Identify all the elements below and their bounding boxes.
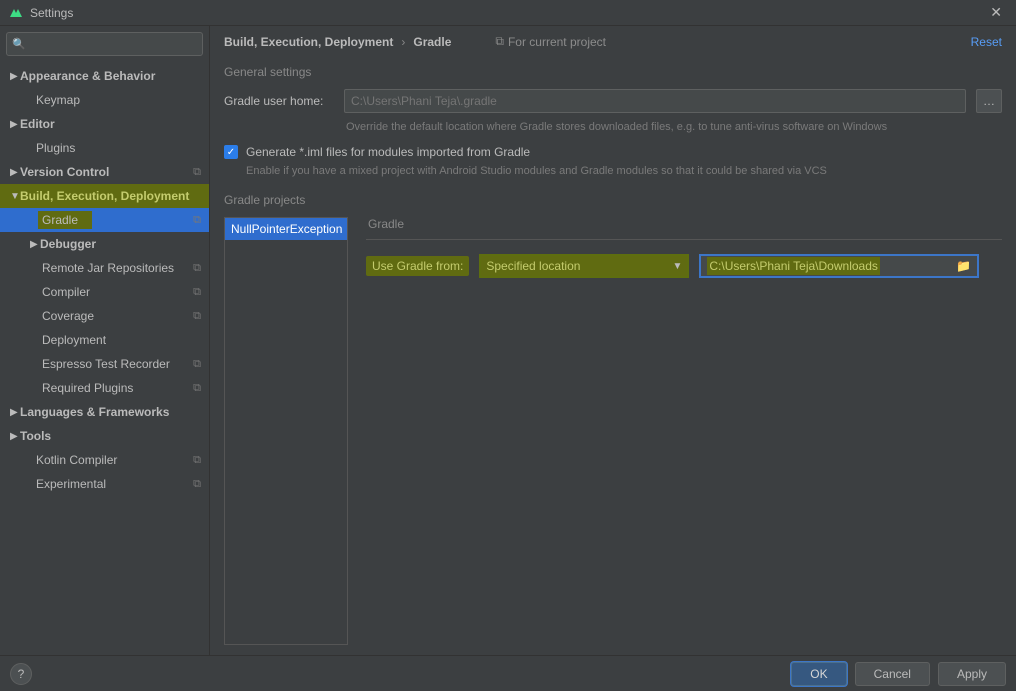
tree-plugins[interactable]: Plugins [0, 136, 209, 160]
search-container: 🔍 [0, 26, 209, 62]
tree-deployment[interactable]: Deployment [0, 328, 209, 352]
copy-icon: ⧉ [193, 262, 201, 275]
copy-icon: ⧉ [193, 166, 201, 179]
tree-coverage[interactable]: Coverage⧉ [0, 304, 209, 328]
tree-experimental[interactable]: Experimental⧉ [0, 472, 209, 496]
search-icon: 🔍 [12, 38, 26, 51]
settings-sidebar: 🔍 ▶Appearance & Behavior Keymap ▶Editor … [0, 26, 210, 655]
tree-debugger[interactable]: ▶Debugger [0, 232, 209, 256]
row-gradle-user-home: Gradle user home: … [210, 83, 1016, 119]
browse-button[interactable]: … [976, 89, 1002, 113]
tree-remote-jar[interactable]: Remote Jar Repositories⧉ [0, 256, 209, 280]
tree-appearance[interactable]: ▶Appearance & Behavior [0, 64, 209, 88]
checkbox-generate-iml[interactable]: ✓ [224, 145, 238, 159]
tree-kotlin[interactable]: Kotlin Compiler⧉ [0, 448, 209, 472]
tree-tools[interactable]: ▶Tools [0, 424, 209, 448]
section-general: General settings [210, 57, 1016, 83]
tree-languages[interactable]: ▶Languages & Frameworks [0, 400, 209, 424]
search-input[interactable] [6, 32, 203, 56]
apply-button[interactable]: Apply [938, 662, 1006, 686]
label-gradle-user-home: Gradle user home: [224, 94, 334, 108]
hint-generate-iml: Enable if you have a mixed project with … [210, 165, 1016, 185]
path-value: C:\Users\Phani Teja\Downloads [707, 257, 880, 275]
tree-editor[interactable]: ▶Editor [0, 112, 209, 136]
label-generate-iml: Generate *.iml files for modules importe… [246, 145, 530, 159]
copy-icon: ⧉ [193, 214, 201, 227]
combo-use-gradle-from[interactable]: Specified location ▼ [479, 254, 689, 278]
content-panel: Build, Execution, Deployment › Gradle ⧉F… [210, 26, 1016, 655]
copy-icon: ⧉ [193, 478, 201, 491]
input-gradle-location[interactable]: C:\Users\Phani Teja\Downloads 📁 [699, 254, 979, 278]
dialog-footer: ? OK Cancel Apply [0, 655, 1016, 691]
copy-icon: ⧉ [193, 454, 201, 467]
ok-button[interactable]: OK [791, 662, 846, 686]
chevron-down-icon: ▼ [672, 261, 682, 272]
divider [366, 239, 1002, 240]
project-item[interactable]: NullPointerException [225, 218, 347, 240]
project-detail: Gradle Use Gradle from: Specified locati… [356, 217, 1002, 645]
row-generate-iml: ✓ Generate *.iml files for modules impor… [210, 139, 1016, 165]
tree-espresso[interactable]: Espresso Test Recorder⧉ [0, 352, 209, 376]
window-title: Settings [30, 6, 984, 20]
tree-required-plugins[interactable]: Required Plugins⧉ [0, 376, 209, 400]
projects-list[interactable]: NullPointerException [224, 217, 348, 645]
breadcrumb: Build, Execution, Deployment › Gradle ⧉F… [210, 26, 1016, 57]
crumb-parent[interactable]: Build, Execution, Deployment [224, 35, 393, 49]
copy-icon: ⧉ [495, 34, 504, 49]
tree-keymap[interactable]: Keymap [0, 88, 209, 112]
titlebar: Settings ✕ [0, 0, 1016, 26]
reset-link[interactable]: Reset [971, 35, 1002, 49]
close-icon[interactable]: ✕ [984, 2, 1008, 23]
tree-build-execution-deployment[interactable]: ▼Build, Execution, Deployment [0, 184, 209, 208]
copy-icon: ⧉ [193, 286, 201, 299]
copy-icon: ⧉ [193, 358, 201, 371]
combo-value: Specified location [486, 259, 580, 273]
copy-icon: ⧉ [193, 310, 201, 323]
folder-icon[interactable]: 📁 [956, 259, 971, 273]
cancel-button[interactable]: Cancel [855, 662, 930, 686]
input-gradle-user-home[interactable] [344, 89, 966, 113]
label-use-gradle-from: Use Gradle from: [366, 256, 469, 276]
help-button[interactable]: ? [10, 663, 32, 685]
tree-vcs[interactable]: ▶Version Control⧉ [0, 160, 209, 184]
settings-tree: ▶Appearance & Behavior Keymap ▶Editor Pl… [0, 62, 209, 496]
tree-compiler[interactable]: Compiler⧉ [0, 280, 209, 304]
crumb-current: Gradle [413, 35, 451, 49]
tree-gradle[interactable]: Gradle⧉ [0, 208, 209, 232]
section-projects: Gradle projects [210, 185, 1016, 211]
detail-title: Gradle [366, 217, 1002, 237]
chevron-right-icon: › [401, 35, 405, 49]
projects-panel: NullPointerException Gradle Use Gradle f… [210, 211, 1016, 651]
scope-label: ⧉For current project [495, 34, 606, 49]
copy-icon: ⧉ [193, 382, 201, 395]
app-logo-icon [8, 5, 24, 21]
row-use-gradle-from: Use Gradle from: Specified location ▼ C:… [366, 254, 1002, 278]
hint-gradle-user-home: Override the default location where Grad… [210, 119, 1016, 139]
